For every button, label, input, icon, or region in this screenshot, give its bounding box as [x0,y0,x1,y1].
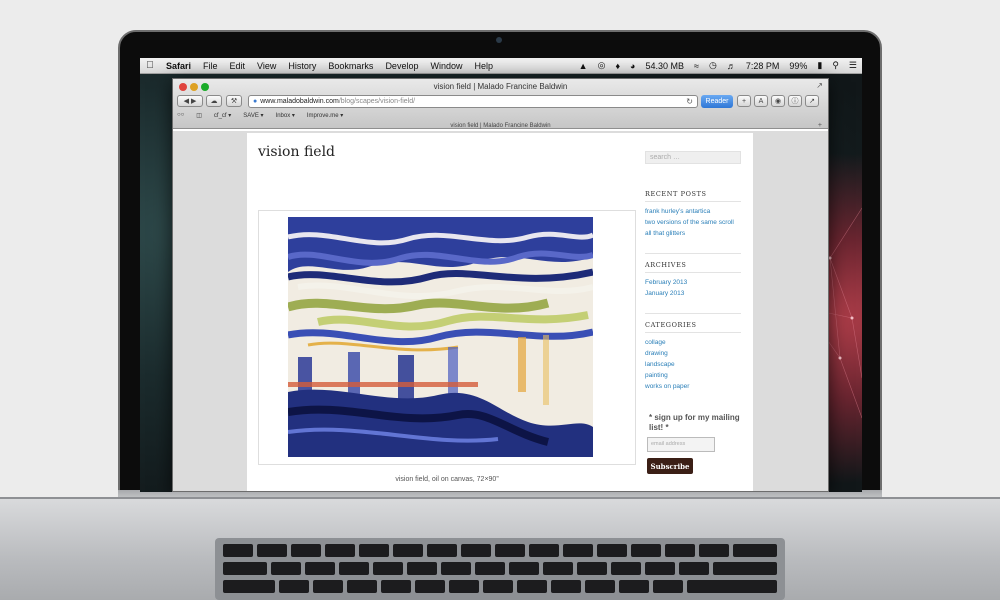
category-link[interactable]: works on paper [645,383,689,390]
info-button[interactable]: ⓘ [788,95,802,107]
divider [645,272,741,273]
category-link[interactable]: drawing [645,350,668,357]
info-icon: ⓘ [791,98,799,105]
url-host: www.maladobaldwin.com [260,98,339,105]
memory-readout[interactable]: 54.30 MB [640,61,689,71]
apple-menu-icon[interactable]:  [140,60,160,71]
safari-window: vision field | Malado Francine Baldwin ↗… [172,78,829,492]
volume-icon[interactable]: ♬ [722,61,741,71]
wifi-icon[interactable]: ≈ [689,61,704,71]
artwork-frame [258,210,636,465]
back-forward-buttons[interactable]: ◀ ▶ [177,95,203,107]
mac-menubar:  Safari File Edit View History Bookmark… [140,58,862,74]
laptop-screen:  Safari File Edit View History Bookmark… [140,58,862,492]
extension-icon: ◉ [774,98,782,105]
extension-button[interactable]: ◉ [771,95,785,107]
dropbox-icon[interactable]: ♦ [610,61,625,71]
artwork-caption: vision field, oil on canvas, 72×90” [395,476,499,483]
page-content: vision field vision field, oil on canvas… [247,133,753,491]
battery-icon[interactable]: ▮ [812,60,827,71]
globe-icon: ● [253,98,258,105]
icloud-tabs-button[interactable]: ☁ [206,95,222,107]
menu-edit[interactable]: Edit [224,61,252,71]
bookmarks-bar: ○○ ◫ cf_cf ▾ SAVE ▾ Inbox ▾ Improve.me ▾ [177,112,343,119]
recent-post-link[interactable]: two versions of the same scroll [645,219,734,226]
back-arrow-icon[interactable]: ◀ [184,97,189,105]
recent-post-link[interactable]: frank hurley’s antartica [645,208,710,215]
menu-safari[interactable]: Safari [160,61,197,71]
share-icon: ↗ [809,98,815,105]
url-path: /blog/scapes/vision-field/ [338,98,416,105]
show-bookmarks-icon[interactable]: ◫ [196,112,202,119]
divider [645,332,741,333]
archive-link[interactable]: February 2013 [645,279,687,286]
address-bar[interactable]: ● www.maladobaldwin.com/blog/scapes/visi… [248,95,698,108]
menu-window[interactable]: Window [424,61,468,71]
archive-link[interactable]: January 2013 [645,290,684,297]
sync-icon[interactable]: ◎ [593,60,611,71]
painting-artwork [288,217,593,457]
notification-center-icon[interactable]: ☰ [844,60,862,71]
category-link[interactable]: collage [645,339,666,346]
menu-help[interactable]: Help [468,61,499,71]
divider [645,253,741,254]
divider [645,313,741,314]
time-machine-icon[interactable]: ◷ [704,60,722,71]
archives-title: ARCHIVES [645,261,687,269]
recent-posts-title: RECENT POSTS [645,190,707,198]
cloud-icon: ☁ [210,98,218,105]
window-title: vision field | Malado Francine Baldwin [433,82,568,91]
mailing-list-heading: * sign up for my mailing list! * [649,413,740,432]
email-field[interactable]: email address [647,437,715,452]
artwork-image[interactable] [288,217,593,457]
recent-post-link[interactable]: all that glitters [645,230,685,237]
bookmark-add-button[interactable]: + [737,95,751,107]
reader-button[interactable]: Reader [701,95,733,108]
new-tab-icon[interactable]: + [818,122,822,129]
menu-view[interactable]: View [251,61,282,71]
font-size-button[interactable]: A [754,95,768,107]
share-button[interactable]: ↗ [805,95,819,107]
menu-history[interactable]: History [282,61,322,71]
reading-list-icon[interactable]: ○○ [177,112,184,119]
menu-develop[interactable]: Develop [379,61,424,71]
notification-icon[interactable]: ▲ [574,61,593,71]
bookmark-item[interactable]: cf_cf ▾ [214,112,231,119]
category-link[interactable]: landscape [645,361,675,368]
bookmark-item[interactable]: SAVE ▾ [243,112,263,119]
menu-file[interactable]: File [197,61,224,71]
menu-bookmarks[interactable]: Bookmarks [322,61,379,71]
font-a-icon: A [758,97,764,105]
post-title: vision field [258,144,336,160]
plus-icon: + [741,97,747,105]
spotlight-icon[interactable]: ⚲ [827,60,844,71]
clock[interactable]: 7:28 PM [741,61,785,71]
clock-menu-icon[interactable]: ◕ [625,61,640,71]
keyboard [215,538,785,600]
forward-arrow-icon[interactable]: ▶ [191,97,196,105]
reload-icon[interactable]: ↻ [686,97,693,106]
subscribe-button[interactable]: Subscribe [647,458,693,474]
active-tab[interactable]: vision field | Malado Francine Baldwin [450,123,550,129]
category-link[interactable]: painting [645,372,668,379]
wrench-icon: ⚒ [230,98,238,105]
categories-title: CATEGORIES [645,321,697,329]
battery-readout[interactable]: 99% [784,61,812,71]
web-page: vision field vision field, oil on canvas… [173,131,828,491]
search-input[interactable]: search … [645,151,741,164]
bookmark-item[interactable]: Improve.me ▾ [307,112,343,119]
menubar-status-area: ▲ ◎ ♦ ◕ 54.30 MB ≈ ◷ ♬ 7:28 PM 99% ▮ ⚲ ☰ [574,60,862,71]
window-titlebar: vision field | Malado Francine Baldwin ↗… [173,79,828,129]
settings-button[interactable]: ⚒ [226,95,242,107]
camera-icon [496,37,502,43]
divider [645,201,741,202]
tab-bar: vision field | Malado Francine Baldwin + [173,122,828,131]
bookmark-item[interactable]: Inbox ▾ [276,112,295,119]
fullscreen-icon[interactable]: ↗ [816,81,823,90]
